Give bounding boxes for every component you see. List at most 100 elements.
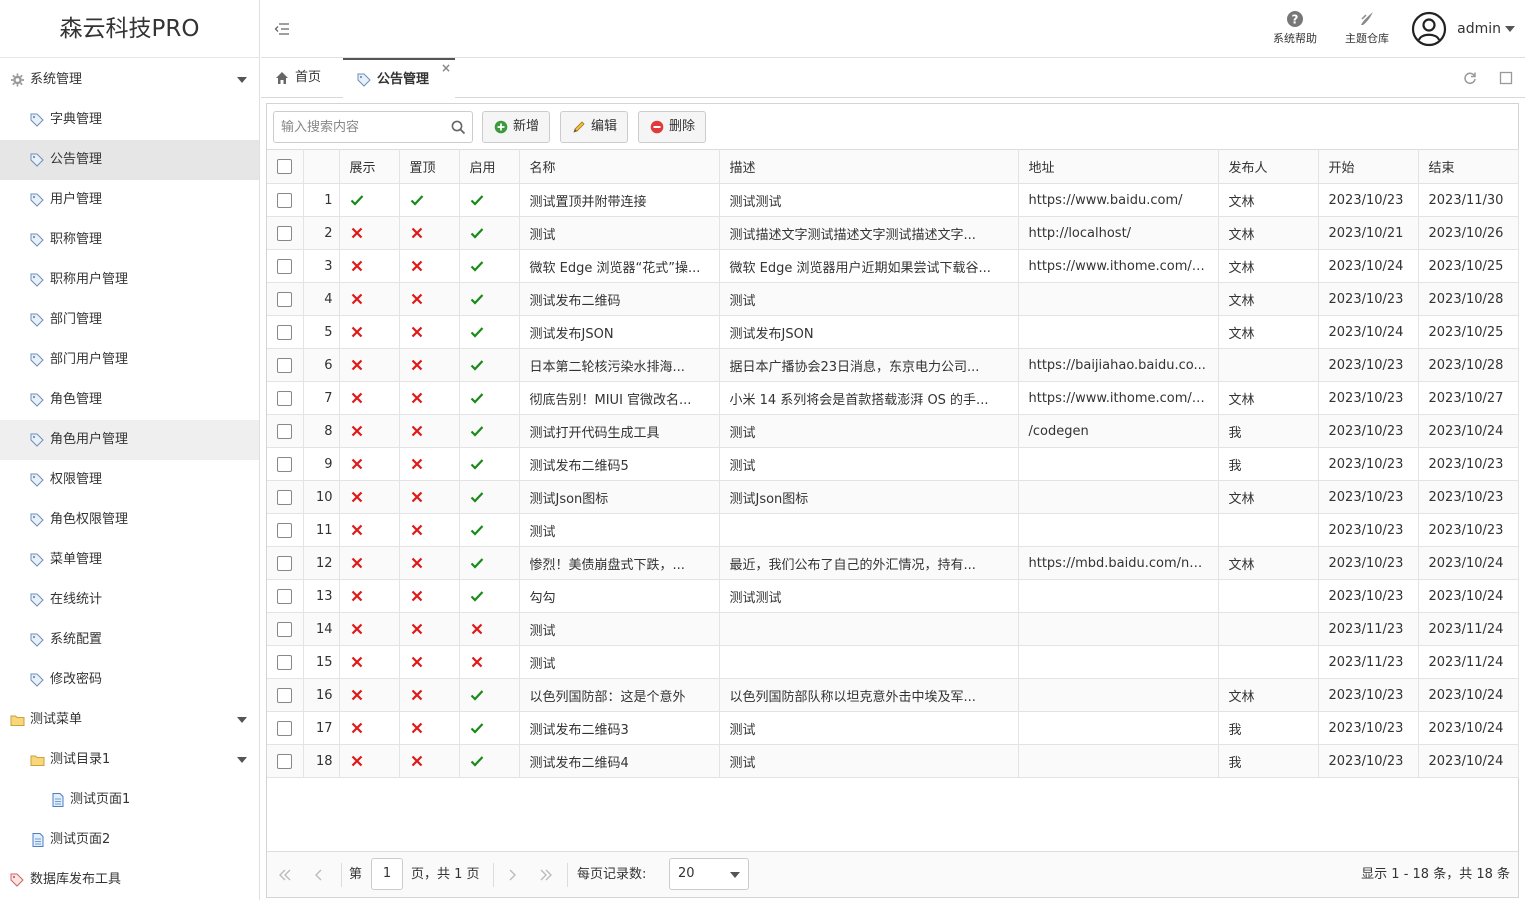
sidebar-item-15[interactable]: 修改密码 bbox=[0, 660, 259, 700]
help-button[interactable]: ? 系统帮助 bbox=[1265, 10, 1325, 50]
column-header-name[interactable]: 名称 bbox=[519, 149, 720, 184]
row-checkbox[interactable] bbox=[277, 489, 293, 505]
collapse-menu-icon[interactable] bbox=[274, 21, 290, 37]
table-row[interactable]: 3 微软 Edge 浏览器“花式”操... 微软 Edge 浏览器用户近期如果尝试下… bbox=[267, 249, 1519, 283]
row-select-cell[interactable] bbox=[267, 711, 304, 745]
column-header-top[interactable]: 置顶 bbox=[399, 149, 460, 184]
column-header-url[interactable]: 地址 bbox=[1018, 149, 1219, 184]
column-header-enabled[interactable]: 启用 bbox=[459, 149, 520, 184]
column-header-show[interactable]: 展示 bbox=[339, 149, 400, 184]
row-select-cell[interactable] bbox=[267, 315, 304, 349]
row-select-cell[interactable] bbox=[267, 447, 304, 481]
sidebar-item-8[interactable]: 角色管理 bbox=[0, 380, 259, 420]
edit-button[interactable]: 编辑 bbox=[560, 111, 629, 143]
page-size-select[interactable]: 20 bbox=[669, 858, 749, 890]
chevron-down-icon[interactable] bbox=[237, 77, 247, 83]
sidebar-item-10[interactable]: 权限管理 bbox=[0, 460, 259, 500]
row-select-cell[interactable] bbox=[267, 249, 304, 283]
row-checkbox[interactable] bbox=[277, 225, 293, 241]
row-checkbox[interactable] bbox=[277, 621, 293, 637]
row-checkbox[interactable] bbox=[277, 654, 293, 670]
row-checkbox[interactable] bbox=[277, 258, 293, 274]
row-select-cell[interactable] bbox=[267, 744, 304, 778]
table-row[interactable]: 11 测试 2023/10/23 2023/10/23 bbox=[267, 513, 1519, 547]
first-page-icon[interactable] bbox=[278, 868, 292, 882]
column-header-start[interactable]: 开始 bbox=[1318, 149, 1419, 184]
theme-button[interactable]: 主题仓库 bbox=[1337, 10, 1397, 50]
search-input[interactable] bbox=[274, 112, 444, 142]
table-row[interactable]: 12 惨烈！美债崩盘式下跌，... 最近，我们公布了自己的外汇情况，持有... htt… bbox=[267, 546, 1519, 580]
table-row[interactable]: 10 测试Json图标 测试Json图标 文林 2023/10/23 2023/10/23 bbox=[267, 480, 1519, 514]
row-checkbox[interactable] bbox=[277, 687, 293, 703]
table-row[interactable]: 7 彻底告别！MIUI 官微改名... 小米 14 系列将会是首款搭载澎湃 OS 的… bbox=[267, 381, 1519, 415]
row-checkbox[interactable] bbox=[277, 324, 293, 340]
sidebar-item-16[interactable]: 测试菜单 bbox=[0, 700, 259, 740]
row-select-cell[interactable] bbox=[267, 282, 304, 316]
chevron-down-icon[interactable] bbox=[237, 717, 247, 723]
sidebar-item-7[interactable]: 部门用户管理 bbox=[0, 340, 259, 380]
refresh-icon[interactable] bbox=[1463, 71, 1477, 85]
tab-home[interactable]: 首页 bbox=[275, 58, 335, 98]
search-icon[interactable] bbox=[451, 120, 466, 135]
row-select-cell[interactable] bbox=[267, 480, 304, 514]
prev-page-icon[interactable] bbox=[312, 868, 326, 882]
row-checkbox[interactable] bbox=[277, 291, 293, 307]
close-icon[interactable]: × bbox=[441, 48, 451, 88]
row-select-cell[interactable] bbox=[267, 645, 304, 679]
row-checkbox[interactable] bbox=[277, 588, 293, 604]
sidebar-item-2[interactable]: 公告管理 bbox=[0, 140, 259, 180]
table-row[interactable]: 5 测试发布JSON 测试发布JSON 文林 2023/10/24 2023/10/25 bbox=[267, 315, 1519, 349]
chevron-down-icon[interactable] bbox=[237, 757, 247, 763]
table-row[interactable]: 18 测试发布二维码4 测试 我 2023/10/23 2023/10/24 bbox=[267, 744, 1519, 778]
row-select-cell[interactable] bbox=[267, 216, 304, 250]
sidebar-item-5[interactable]: 职称用户管理 bbox=[0, 260, 259, 300]
next-page-icon[interactable] bbox=[505, 868, 519, 882]
column-header-end[interactable]: 结束 bbox=[1418, 149, 1519, 184]
table-row[interactable]: 9 测试发布二维码5 测试我 2023/10/23 2023/10/23 bbox=[267, 447, 1519, 481]
row-checkbox[interactable] bbox=[277, 390, 293, 406]
row-select-cell[interactable] bbox=[267, 513, 304, 547]
column-header-description[interactable]: 描述 bbox=[719, 149, 1019, 184]
row-select-cell[interactable] bbox=[267, 183, 304, 217]
delete-button[interactable]: 删除 bbox=[638, 111, 707, 143]
row-checkbox[interactable] bbox=[277, 753, 293, 769]
row-checkbox[interactable] bbox=[277, 555, 293, 571]
row-checkbox[interactable] bbox=[277, 720, 293, 736]
sidebar-item-4[interactable]: 职称管理 bbox=[0, 220, 259, 260]
select-all-checkbox[interactable] bbox=[277, 159, 293, 174]
sidebar-item-11[interactable]: 角色权限管理 bbox=[0, 500, 259, 540]
table-row[interactable]: 6 日本第二轮核污染水排海... 据日本广播协会23日消息，东京电力公司... htt… bbox=[267, 348, 1519, 382]
table-row[interactable]: 2 测试 测试描述文字测试描述文字测试描述文字... http://localhost… bbox=[267, 216, 1519, 250]
row-checkbox[interactable] bbox=[277, 357, 293, 373]
row-checkbox[interactable] bbox=[277, 192, 293, 208]
row-select-cell[interactable] bbox=[267, 612, 304, 646]
sidebar-item-12[interactable]: 菜单管理 bbox=[0, 540, 259, 580]
add-button[interactable]: 新增 bbox=[482, 111, 551, 143]
maximize-icon[interactable] bbox=[1499, 71, 1513, 85]
table-row[interactable]: 4 测试发布二维码 测试 文林 2023/10/23 2023/10/28 bbox=[267, 282, 1519, 316]
row-select-cell[interactable] bbox=[267, 348, 304, 382]
row-select-cell[interactable] bbox=[267, 381, 304, 415]
sidebar-item-14[interactable]: 系统配置 bbox=[0, 620, 259, 660]
table-row[interactable]: 17 测试发布二维码3 测试 我 2023/10/23 2023/10/24 bbox=[267, 711, 1519, 745]
select-all-cell[interactable] bbox=[267, 149, 304, 184]
user-menu[interactable]: admin bbox=[1411, 11, 1515, 47]
sidebar-item-19[interactable]: 测试页面2 bbox=[0, 820, 259, 860]
sidebar-item-18[interactable]: 测试页面1 bbox=[0, 780, 259, 820]
table-row[interactable]: 16 以色列国防部：这是个意外 以色列国防部队称以坦克意外击中埃及军... 文林 202… bbox=[267, 678, 1519, 712]
sidebar-item-3[interactable]: 用户管理 bbox=[0, 180, 259, 220]
row-select-cell[interactable] bbox=[267, 579, 304, 613]
row-select-cell[interactable] bbox=[267, 414, 304, 448]
table-row[interactable]: 13 勾勾 测试测试 2023/10/23 2023/10/24 bbox=[267, 579, 1519, 613]
sidebar-item-20[interactable]: 数据库发布工具 bbox=[0, 860, 259, 900]
tab-notice-management[interactable]: 公告管理 × bbox=[343, 58, 455, 99]
table-row[interactable]: 14 测试 2023/11/23 2023/11/24 bbox=[267, 612, 1519, 646]
table-row[interactable]: 8 测试打开代码生成工具 测试/codegen 我 2023/10/23 2023/10/… bbox=[267, 414, 1519, 448]
row-checkbox[interactable] bbox=[277, 522, 293, 538]
row-select-cell[interactable] bbox=[267, 678, 304, 712]
sidebar-item-13[interactable]: 在线统计 bbox=[0, 580, 259, 620]
sidebar-item-6[interactable]: 部门管理 bbox=[0, 300, 259, 340]
row-checkbox[interactable] bbox=[277, 423, 293, 439]
sidebar-item-1[interactable]: 字典管理 bbox=[0, 100, 259, 140]
sidebar-item-17[interactable]: 测试目录1 bbox=[0, 740, 259, 780]
